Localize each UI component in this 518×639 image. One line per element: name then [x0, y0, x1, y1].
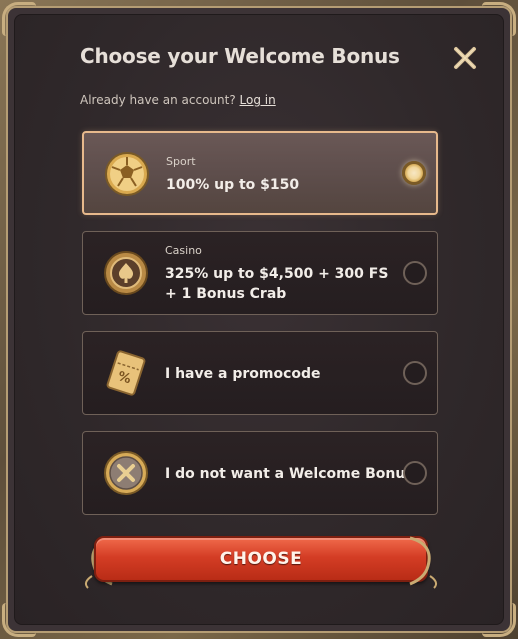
- option-category: Sport: [166, 155, 196, 168]
- option-radio[interactable]: [403, 461, 427, 485]
- bonus-option-promocode[interactable]: % I have a promocode: [82, 331, 438, 415]
- bonus-option-no-bonus[interactable]: I do not want a Welcome Bonus: [82, 431, 438, 515]
- dialog-title: Choose your Welcome Bonus: [80, 44, 400, 68]
- button-ornament-right: [409, 536, 438, 589]
- option-label: 100% up to $150: [166, 177, 300, 193]
- no-bonus-icon: [104, 451, 148, 495]
- soccer-ball-icon: [105, 152, 149, 196]
- bonus-option-casino[interactable]: Casino 325% up to $4,500 + 300 FS + 1 Bo…: [82, 231, 438, 315]
- choose-button[interactable]: CHOOSE: [94, 536, 428, 582]
- choose-button-wrapper: CHOOSE: [82, 532, 440, 590]
- option-label: I have a promocode: [165, 366, 321, 382]
- option-label: I do not want a Welcome Bonus: [165, 466, 414, 482]
- option-radio-checked[interactable]: [402, 161, 426, 185]
- login-link[interactable]: Log in: [240, 93, 276, 107]
- close-button[interactable]: [452, 45, 478, 71]
- account-prompt: Already have an account? Log in: [80, 93, 276, 107]
- option-label: 325% up to $4,500 + 300 FS + 1 Bonus Cra…: [165, 266, 389, 302]
- promo-ticket-icon: %: [106, 350, 146, 396]
- option-radio[interactable]: [403, 361, 427, 385]
- casino-chip-icon: [104, 251, 148, 295]
- option-radio[interactable]: [403, 261, 427, 285]
- account-prompt-text: Already have an account?: [80, 93, 236, 107]
- bonus-option-sport[interactable]: Sport 100% up to $150: [82, 131, 438, 215]
- close-icon: [454, 47, 476, 69]
- option-category: Casino: [165, 244, 202, 257]
- dialog-frame: Choose your Welcome Bonus Already have a…: [0, 0, 518, 639]
